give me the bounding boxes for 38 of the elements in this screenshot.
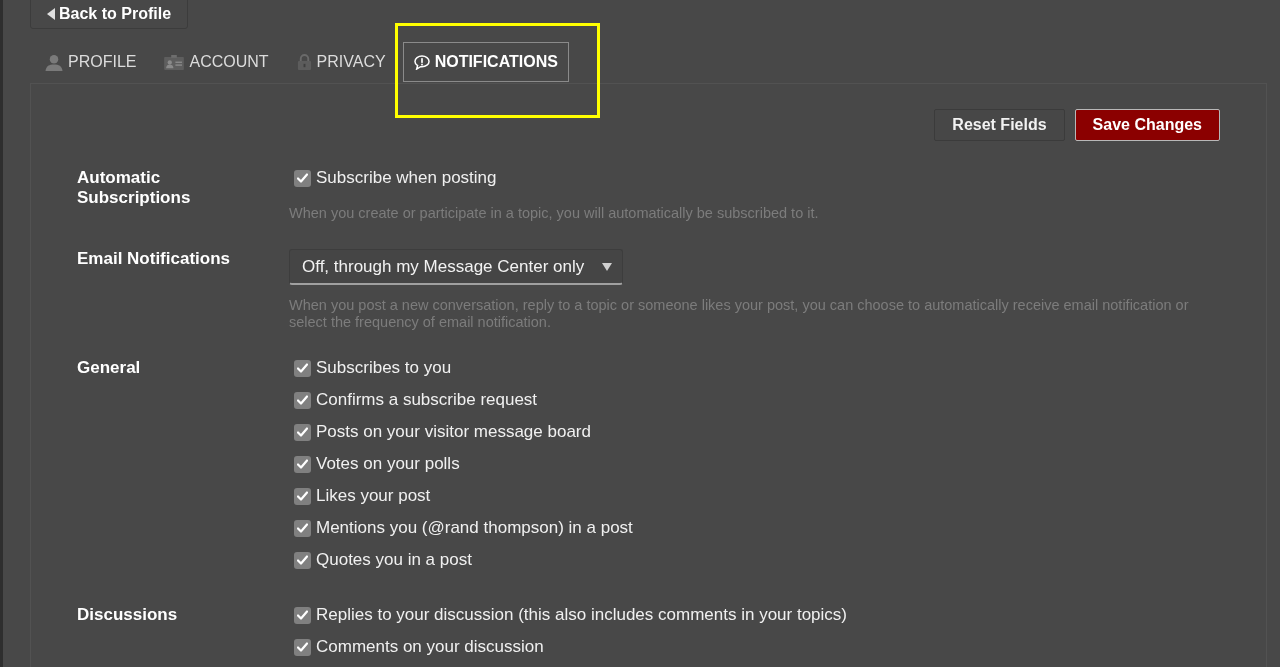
padlock-icon	[296, 54, 312, 70]
option-label: Quotes you in a post	[316, 550, 472, 570]
section-title: Discussions	[77, 605, 179, 625]
option-label: Mentions you (@rand thompson) in a post	[316, 518, 633, 538]
option-label: Subscribes to you	[316, 358, 452, 378]
option-label: Likes your post	[316, 486, 431, 506]
checkbox[interactable]	[294, 638, 311, 656]
option-label: Replies to your discussion (this also includes comments in your topics)	[316, 605, 847, 625]
section-title: Automatic Subscriptions	[77, 168, 192, 208]
checkbox[interactable]	[294, 423, 311, 441]
tab[interactable]: PRIVACY	[285, 42, 397, 82]
person-icon	[45, 53, 63, 71]
option-label: Votes on your polls	[316, 454, 460, 474]
reset-button[interactable]: Reset Fields	[934, 109, 1065, 141]
option-label: Confirms a subscribe request	[316, 390, 538, 410]
tab[interactable]: NOTIFICATIONS	[402, 42, 569, 82]
caret-icon	[602, 262, 612, 271]
checkbox[interactable]	[294, 455, 311, 473]
checkbox[interactable]	[294, 606, 311, 624]
email-select[interactable]: Off, through my Message Center only	[289, 249, 623, 285]
checkbox[interactable]	[294, 391, 311, 409]
back-button[interactable]: Back to Profile	[30, 0, 188, 29]
checkbox[interactable]	[294, 519, 311, 537]
section-title: General	[77, 358, 142, 378]
caret-left-icon	[47, 8, 55, 20]
id-card-icon	[164, 54, 185, 70]
checkbox[interactable]	[294, 169, 311, 187]
option-label: Comments on your discussion	[316, 637, 544, 657]
save-button[interactable]: Save Changes	[1074, 109, 1220, 141]
option-label: Subscribe when posting	[316, 168, 497, 188]
section-title: Email Notifications	[77, 249, 232, 269]
alert-bubble-icon	[413, 54, 430, 70]
checkbox[interactable]	[294, 359, 311, 377]
checkbox[interactable]	[294, 487, 311, 505]
tab[interactable]: ACCOUNT	[153, 42, 280, 82]
option-label: Posts on your visitor message board	[316, 422, 591, 442]
checkbox[interactable]	[294, 551, 311, 569]
tab[interactable]: PROFILE	[34, 42, 148, 82]
